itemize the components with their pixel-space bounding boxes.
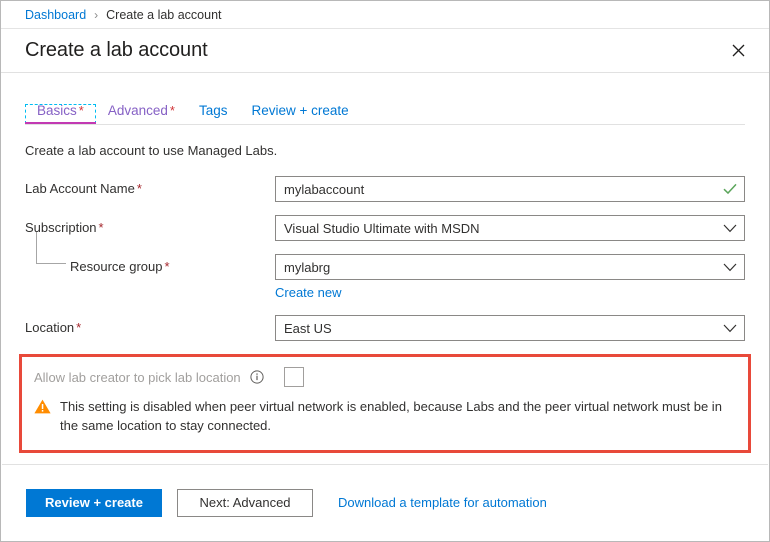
tab-basics-underline <box>25 122 96 124</box>
required-marker: * <box>98 220 104 235</box>
tab-advanced-required-marker: * <box>169 102 175 118</box>
tabs-container: Basics * Advanced * Tags Review + create <box>1 95 769 125</box>
create-new-resource-group-link[interactable]: Create new <box>275 285 341 300</box>
field-subscription-control: Visual Studio Ultimate with MSDN <box>275 215 745 241</box>
tab-tags[interactable]: Tags <box>187 102 240 125</box>
breadcrumb-current: Create a lab account <box>106 7 222 22</box>
tab-basics-required-marker: * <box>78 102 84 118</box>
allow-lab-creator-label: Allow lab creator to pick lab location <box>34 369 241 385</box>
warning-triangle-icon <box>34 399 52 419</box>
form-intro-text: Create a lab account to use Managed Labs… <box>25 143 278 158</box>
label-text: Location <box>25 320 75 335</box>
resource-group-dropdown[interactable]: mylabrg <box>275 254 745 280</box>
tab-review-create-label: Review + create <box>251 102 349 118</box>
warning-text: This setting is disabled when peer virtu… <box>60 399 722 433</box>
tab-advanced[interactable]: Advanced * <box>96 102 187 125</box>
allow-lab-creator-row: Allow lab creator to pick lab location <box>34 367 736 387</box>
checkmark-icon <box>723 176 737 202</box>
location-dropdown[interactable]: East US <box>275 315 745 341</box>
lab-account-name-input[interactable]: mylabaccount <box>275 176 745 202</box>
warning-message: This setting is disabled when peer virtu… <box>34 398 736 436</box>
field-location: Location * East US <box>25 315 745 341</box>
download-template-link[interactable]: Download a template for automation <box>338 495 547 510</box>
tab-review-create[interactable]: Review + create <box>239 102 360 125</box>
subscription-dropdown[interactable]: Visual Studio Ultimate with MSDN <box>275 215 745 241</box>
required-marker: * <box>164 259 170 274</box>
field-location-label: Location * <box>25 315 275 335</box>
review-create-button[interactable]: Review + create <box>26 488 162 517</box>
tree-connector-line <box>36 232 66 264</box>
label-text: Lab Account Name <box>25 181 135 196</box>
label-text: Resource group <box>70 259 163 274</box>
tab-basics-label: Basics <box>37 102 77 118</box>
required-marker: * <box>76 320 82 335</box>
tab-tags-label: Tags <box>198 102 228 118</box>
field-resource-group-control: mylabrg Create new <box>275 254 745 302</box>
form-body: Create a lab account to use Managed Labs… <box>1 143 769 453</box>
location-value: East US <box>284 320 332 336</box>
create-lab-account-blade: Dashboard › Create a lab account Create … <box>0 0 770 542</box>
close-icon[interactable] <box>725 38 751 64</box>
blade-title-bar: Create a lab account <box>1 29 769 73</box>
tab-basics[interactable]: Basics * <box>25 102 96 124</box>
breadcrumb: Dashboard › Create a lab account <box>1 1 769 29</box>
field-lab-account-name-control: mylabaccount <box>275 176 745 202</box>
field-resource-group: Resource group * mylabrg Create new <box>25 232 745 302</box>
breadcrumb-link-dashboard[interactable]: Dashboard <box>25 8 86 22</box>
tab-list: Basics * Advanced * Tags Review + create <box>25 95 745 125</box>
page-title: Create a lab account <box>25 39 208 61</box>
allow-lab-creator-checkbox[interactable] <box>283 367 304 387</box>
info-icon[interactable] <box>250 370 264 384</box>
blade-footer: Review + create Next: Advanced Download … <box>2 464 768 540</box>
next-advanced-button[interactable]: Next: Advanced <box>177 488 313 517</box>
lab-location-warning-box: Allow lab creator to pick lab location T… <box>19 354 751 453</box>
field-subscription: Subscription * Visual Studio Ultimate wit… <box>25 215 745 241</box>
resource-group-value: mylabrg <box>284 259 331 275</box>
subscription-value: Visual Studio Ultimate with MSDN <box>284 220 480 236</box>
field-location-control: East US <box>275 315 745 341</box>
tab-advanced-label: Advanced <box>107 102 168 118</box>
required-marker: * <box>136 181 142 196</box>
breadcrumb-separator-icon: › <box>94 7 99 22</box>
field-lab-account-name: Lab Account Name * mylabaccount <box>25 176 745 202</box>
field-lab-account-name-label: Lab Account Name * <box>25 176 275 196</box>
lab-account-name-value: mylabaccount <box>284 181 365 197</box>
field-resource-group-label: Resource group * <box>25 232 275 274</box>
